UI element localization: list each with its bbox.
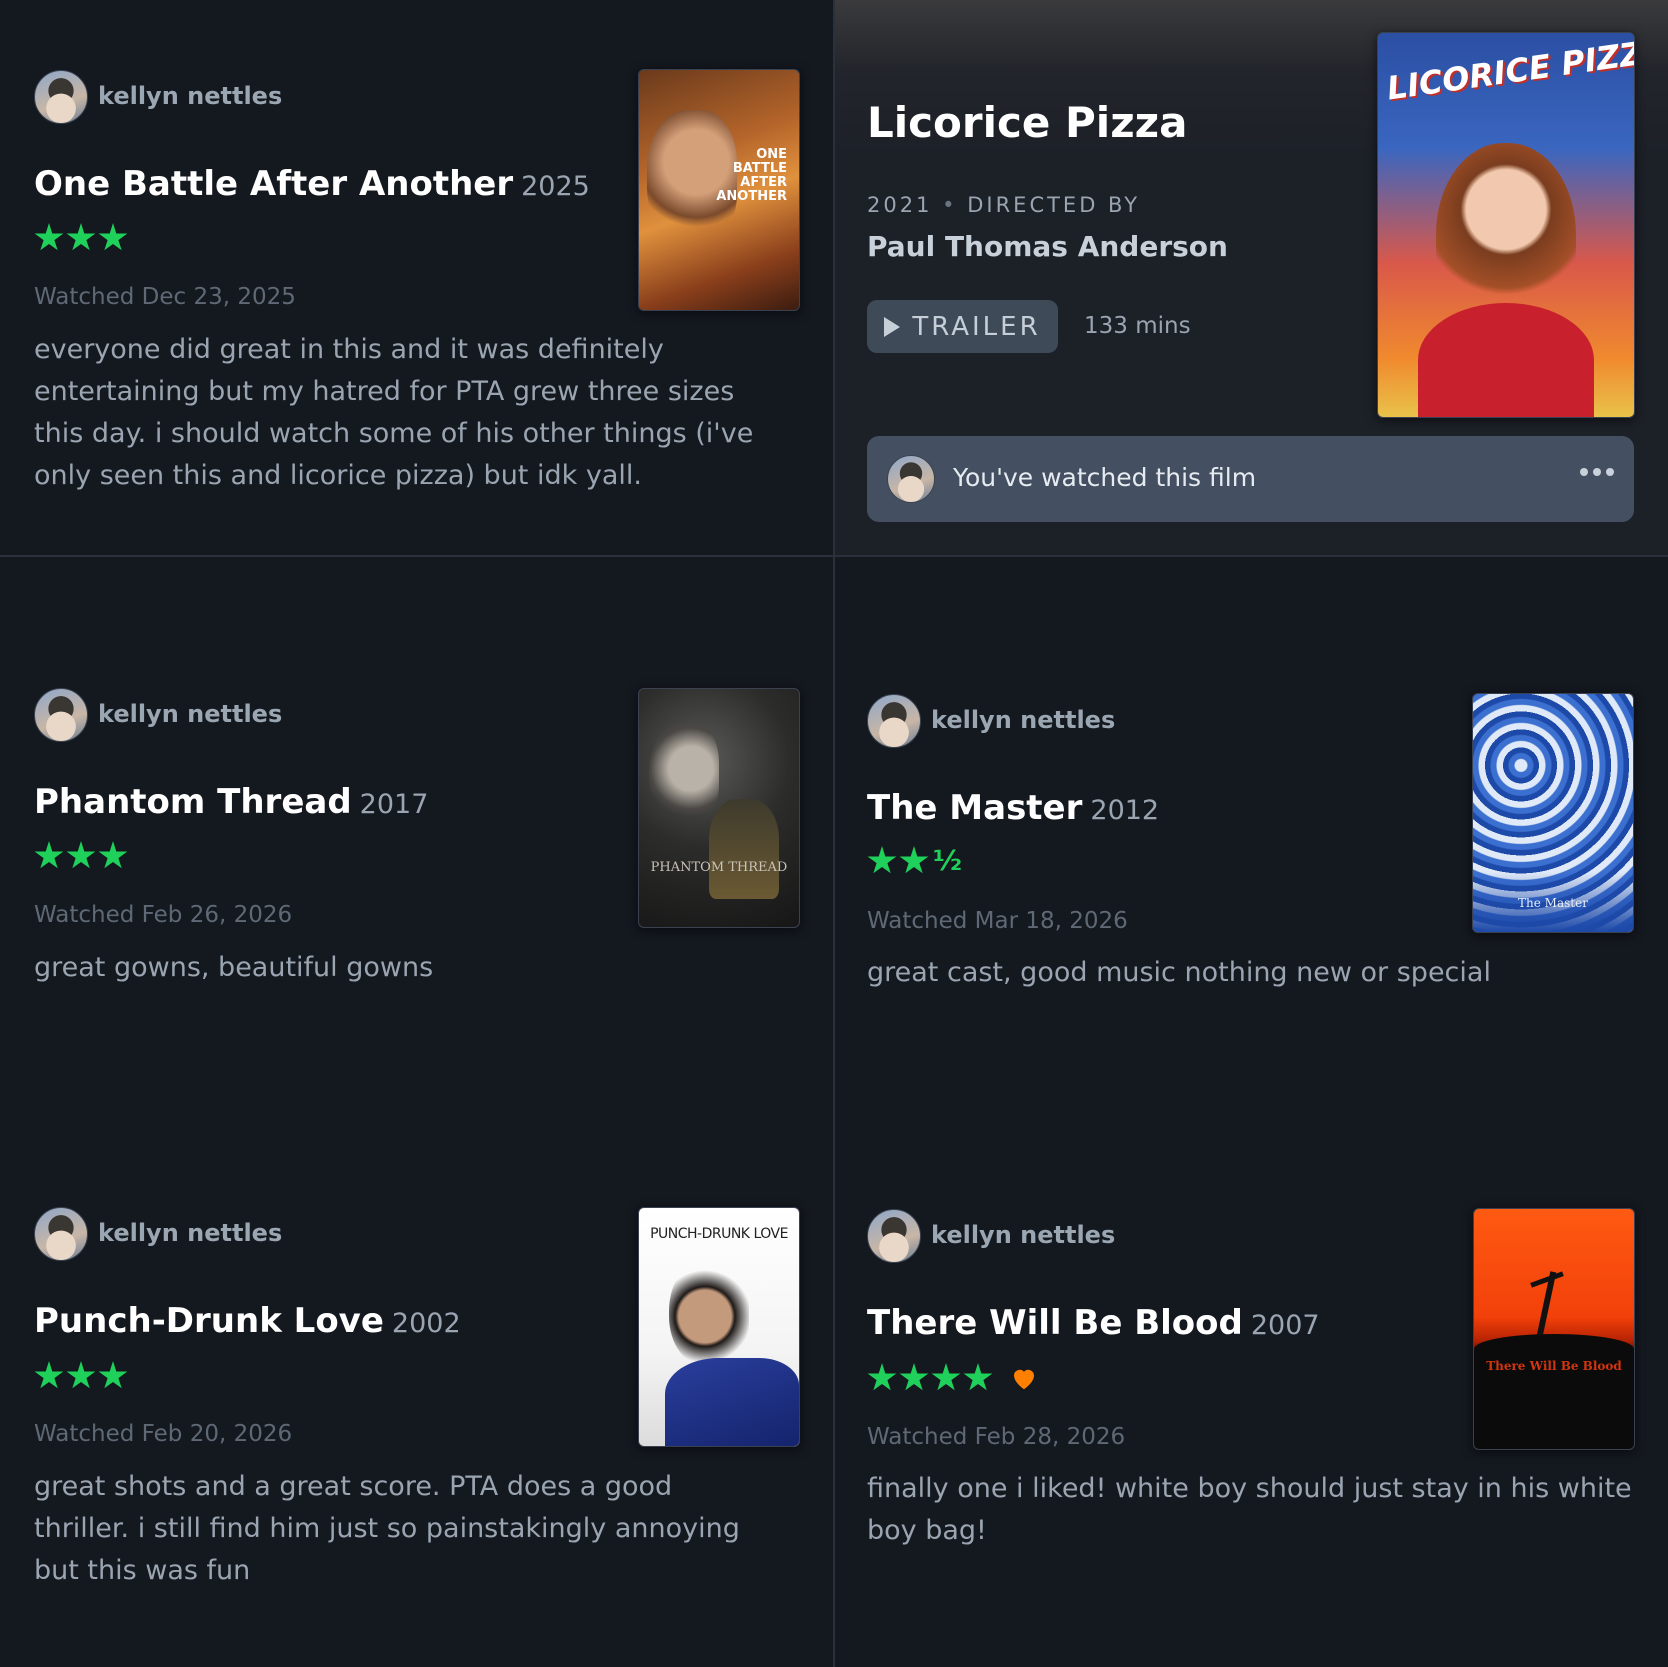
star-icon: [98, 1361, 128, 1389]
film-poster[interactable]: There Will Be Blood: [1473, 1208, 1635, 1450]
star-icon: [931, 1363, 961, 1391]
film-detail-meta: 2021 • DIRECTED BY: [867, 193, 1140, 217]
review-text: great cast, good music nothing new or sp…: [867, 957, 1491, 988]
film-title[interactable]: One Battle After Another 2025: [34, 164, 590, 204]
poster-title-text: The Master: [1518, 896, 1588, 910]
user-avatar[interactable]: [867, 694, 921, 748]
row-divider: [0, 555, 1668, 557]
watched-date: Watched Feb 28, 2026: [867, 1424, 1126, 1450]
star-icon: [98, 841, 128, 869]
poster-gown-shape: [709, 799, 779, 899]
user-avatar[interactable]: [867, 1209, 921, 1263]
poster-dress-shape: [1418, 303, 1594, 417]
user-avatar[interactable]: [34, 70, 88, 124]
film-title-text[interactable]: There Will Be Blood: [867, 1303, 1243, 1343]
review-username[interactable]: kellyn nettles: [931, 706, 1115, 734]
film-poster[interactable]: ONE BATTLE AFTER ANOTHER: [638, 69, 800, 311]
director-name[interactable]: Paul Thomas Anderson: [867, 230, 1228, 263]
poster-title-text: PUNCH-DRUNK LOVE: [650, 1226, 788, 1242]
film-title[interactable]: The Master 2012: [867, 788, 1159, 828]
film-title[interactable]: Punch-Drunk Love 2002: [34, 1301, 461, 1341]
runtime: 133 mins: [1084, 313, 1191, 339]
watched-status-bar[interactable]: You've watched this film: [867, 436, 1634, 522]
dot: [1593, 468, 1601, 476]
play-icon: [884, 316, 901, 337]
star-rating: [34, 1361, 128, 1391]
film-year[interactable]: 2007: [1251, 1310, 1320, 1341]
meta-separator: •: [942, 193, 958, 217]
trailer-label: TRAILER: [912, 311, 1041, 342]
review-text: everyone did great in this and it was de…: [34, 334, 754, 491]
dot: [1580, 468, 1588, 476]
review-username[interactable]: kellyn nettles: [98, 82, 282, 110]
half-star-icon: ½: [933, 844, 962, 877]
review-username[interactable]: kellyn nettles: [931, 1221, 1115, 1249]
review-text: great gowns, beautiful gowns: [34, 952, 434, 983]
watched-status-text: You've watched this film: [953, 463, 1257, 492]
film-poster[interactable]: The Master: [1472, 693, 1634, 933]
poster-title-text: LICORICE PIZZA: [1384, 32, 1635, 108]
review-text: great shots and a great score. PTA does …: [34, 1471, 740, 1586]
film-detail-title: Licorice Pizza: [867, 98, 1188, 147]
star-rating: ½: [867, 846, 962, 876]
liked-heart-icon: [1014, 1369, 1034, 1390]
poster-suit-shape: [665, 1358, 799, 1446]
star-icon: [34, 1361, 64, 1389]
user-avatar[interactable]: [887, 455, 935, 503]
star-icon: [963, 1363, 993, 1391]
film-poster[interactable]: PHANTOM THREAD: [638, 688, 800, 928]
film-title[interactable]: Phantom Thread 2017: [34, 782, 428, 822]
review-username[interactable]: kellyn nettles: [98, 700, 282, 728]
film-year[interactable]: 2017: [360, 789, 429, 820]
film-year[interactable]: 2012: [1090, 795, 1159, 826]
film-year[interactable]: 2002: [392, 1308, 461, 1339]
review-text: finally one i liked! white boy should ju…: [867, 1473, 1632, 1546]
poster-head-shape: [669, 1256, 749, 1366]
star-icon: [899, 846, 929, 874]
poster-title-text: ONE BATTLE AFTER ANOTHER: [716, 147, 787, 204]
film-poster[interactable]: PUNCH-DRUNK LOVE: [638, 1207, 800, 1447]
user-avatar[interactable]: [34, 1207, 88, 1261]
star-icon: [867, 846, 897, 874]
star-icon: [34, 223, 64, 251]
star-rating: [867, 1363, 1039, 1393]
film-title-text[interactable]: One Battle After Another: [34, 164, 513, 204]
film-detail-year[interactable]: 2021: [867, 193, 932, 217]
film-year[interactable]: 2025: [521, 171, 590, 202]
star-rating: [34, 223, 128, 253]
star-icon: [66, 223, 96, 251]
star-icon: [98, 223, 128, 251]
review-username[interactable]: kellyn nettles: [98, 1219, 282, 1247]
directed-by-label: DIRECTED BY: [967, 193, 1141, 217]
watched-date: Watched Mar 18, 2026: [867, 908, 1128, 934]
film-detail-poster[interactable]: LICORICE PIZZA: [1377, 32, 1635, 418]
star-icon: [34, 841, 64, 869]
watched-date: Watched Feb 26, 2026: [34, 902, 293, 928]
star-rating: [34, 841, 128, 871]
star-icon: [899, 1363, 929, 1391]
trailer-button[interactable]: TRAILER: [867, 300, 1058, 353]
film-title-text[interactable]: Phantom Thread: [34, 782, 352, 822]
poster-title-text: PHANTOM THREAD: [650, 860, 788, 875]
star-icon: [66, 1361, 96, 1389]
poster-face-shape: [649, 719, 719, 829]
star-icon: [66, 841, 96, 869]
more-dots-icon[interactable]: [1580, 468, 1614, 476]
watched-date: Watched Dec 23, 2025: [34, 284, 296, 310]
star-icon: [867, 1363, 897, 1391]
dot: [1606, 468, 1614, 476]
watched-date: Watched Feb 20, 2026: [34, 1421, 293, 1447]
poster-title-text: There Will Be Blood: [1486, 1359, 1622, 1373]
film-title-text[interactable]: Punch-Drunk Love: [34, 1301, 384, 1341]
film-title-text[interactable]: The Master: [867, 788, 1082, 828]
film-title[interactable]: There Will Be Blood 2007: [867, 1303, 1320, 1343]
user-avatar[interactable]: [34, 688, 88, 742]
